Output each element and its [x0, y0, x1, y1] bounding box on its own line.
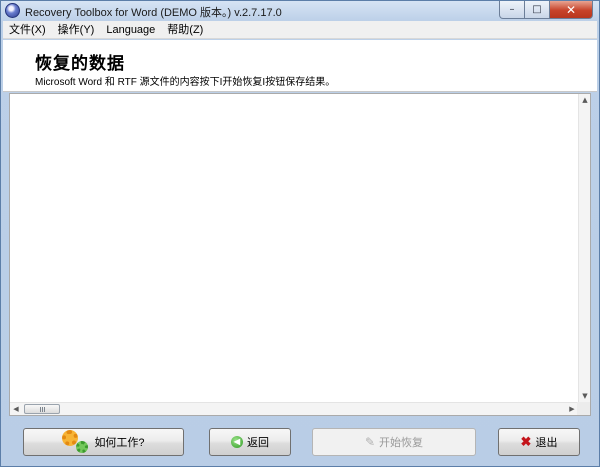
exit-label: 退出	[535, 437, 558, 449]
window-controls: – □ ✕	[499, 1, 593, 19]
menu-bar: 文件(X) 操作(Y) Language 帮助(Z)	[3, 21, 597, 39]
back-arrow-icon: ◀	[231, 436, 243, 448]
window-title: Recovery Toolbox for Word (DEMO 版本。) v.2…	[25, 7, 282, 19]
grip-line	[41, 406, 43, 412]
menu-help[interactable]: 帮助(Z)	[161, 21, 209, 39]
horizontal-scroll-thumb[interactable]	[24, 404, 60, 414]
scrollbar-corner	[577, 402, 590, 415]
how-it-works-button[interactable]: 如何工作?	[23, 428, 184, 456]
gears-icon	[62, 430, 90, 454]
start-recovery-label: 开始恢复	[379, 437, 424, 449]
how-it-works-label: 如何工作?	[94, 437, 145, 449]
start-recovery-button[interactable]: ✎ 开始恢复	[312, 428, 476, 456]
recovered-content-view[interactable]: ▲ ▼ ◀ ▶	[9, 93, 591, 416]
horizontal-scrollbar[interactable]: ◀ ▶	[10, 402, 578, 415]
page-subtitle: Microsoft Word 和 RTF 源文件的内容按下I开始恢复I按钮保存结…	[35, 77, 336, 88]
close-x-icon: ✖	[520, 434, 532, 449]
scroll-down-icon[interactable]: ▼	[579, 390, 591, 402]
page-title: 恢复的数据	[35, 54, 125, 74]
grip-line	[39, 406, 41, 412]
menu-language[interactable]: Language	[100, 21, 161, 39]
app-icon[interactable]	[5, 3, 20, 18]
back-label: 返回	[247, 437, 269, 449]
scroll-left-icon[interactable]: ◀	[10, 403, 22, 416]
title-bar[interactable]: Recovery Toolbox for Word (DEMO 版本。) v.2…	[1, 1, 599, 21]
pen-icon: ✎	[364, 435, 376, 449]
application-window: Recovery Toolbox for Word (DEMO 版本。) v.2…	[0, 0, 600, 467]
menu-operation[interactable]: 操作(Y)	[52, 21, 101, 39]
exit-button[interactable]: ✖ 退出	[498, 428, 580, 456]
vertical-scrollbar[interactable]: ▲ ▼	[578, 94, 590, 402]
close-button[interactable]: ✕	[550, 1, 593, 19]
header-panel: 恢复的数据 Microsoft Word 和 RTF 源文件的内容按下I开始恢复…	[3, 40, 597, 92]
scroll-up-icon[interactable]: ▲	[579, 94, 591, 106]
grip-line	[43, 406, 45, 412]
maximize-button[interactable]: □	[525, 1, 550, 19]
minimize-button[interactable]: –	[499, 1, 525, 19]
gear-small-icon	[76, 441, 89, 453]
menu-file[interactable]: 文件(X)	[3, 21, 52, 39]
back-button[interactable]: ◀ 返回	[209, 428, 291, 456]
